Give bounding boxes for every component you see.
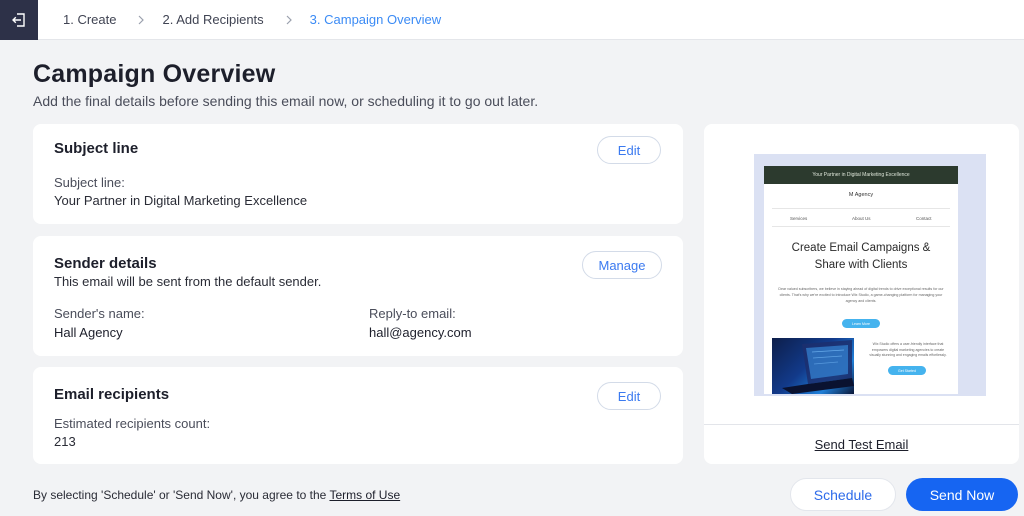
- email-nav-item: Contact: [916, 216, 932, 221]
- subject-line-card: Subject line Edit Subject line: Your Par…: [33, 124, 683, 224]
- stepper: 1. Create 2. Add Recipients 3. Campaign …: [38, 12, 441, 27]
- page-title: Campaign Overview: [33, 60, 276, 88]
- send-now-button[interactable]: Send Now: [906, 478, 1018, 511]
- email-hero-title: Create Email Campaigns & Share with Clie…: [764, 240, 958, 274]
- sender-details-card: Sender details This email will be sent f…: [33, 236, 683, 356]
- step-campaign-overview[interactable]: 3. Campaign Overview: [310, 12, 442, 27]
- laptop-image-art: [782, 340, 854, 394]
- exit-icon: [12, 12, 25, 27]
- email-side-text: Wix Studio offers a user-friendly interf…: [869, 342, 947, 357]
- subject-card-title: Subject line: [54, 140, 139, 157]
- email-divider: [772, 208, 950, 209]
- email-hero-line-1: Create Email Campaigns &: [791, 242, 931, 254]
- subject-field-value: Your Partner in Digital Marketing Excell…: [54, 193, 308, 208]
- email-nav-item: Services: [790, 216, 808, 221]
- top-stepper-bar: 1. Create 2. Add Recipients 3. Campaign …: [0, 0, 1024, 40]
- email-nav-item: About Us: [852, 216, 871, 221]
- email-header-banner: Your Partner in Digital Marketing Excell…: [764, 166, 958, 184]
- email-hero-line-2: Share with Clients: [814, 259, 908, 271]
- send-test-email-link[interactable]: Send Test Email: [704, 437, 1019, 452]
- email-preview-card: Your Partner in Digital Marketing Excell…: [704, 124, 1019, 464]
- sender-card-title: Sender details: [54, 255, 157, 272]
- email-brand: M Agency: [848, 192, 874, 198]
- email-recipients-card: Email recipients Edit Estimated recipien…: [33, 367, 683, 464]
- email-divider: [772, 226, 950, 227]
- reply-to-label: Reply-to email:: [369, 306, 456, 321]
- email-preview-frame: Your Partner in Digital Marketing Excell…: [754, 154, 986, 396]
- edit-subject-button[interactable]: Edit: [597, 136, 661, 164]
- email-paragraph: Dear valued subscribers, we believe in s…: [778, 287, 944, 303]
- email-preview-content: Your Partner in Digital Marketing Excell…: [764, 166, 958, 394]
- schedule-button[interactable]: Schedule: [790, 478, 896, 511]
- email-cta-learn-more: Learn More: [842, 319, 880, 328]
- sender-description: This email will be sent from the default…: [54, 274, 322, 289]
- step-create[interactable]: 1. Create: [63, 12, 116, 27]
- chevron-right-icon: [286, 15, 292, 25]
- sender-name-label: Sender's name:: [54, 306, 145, 321]
- manage-sender-button[interactable]: Manage: [582, 251, 662, 279]
- step-add-recipients[interactable]: 2. Add Recipients: [162, 12, 263, 27]
- recipients-count-value: 213: [54, 434, 76, 449]
- subject-field-label: Subject line:: [54, 175, 125, 190]
- recipients-card-title: Email recipients: [54, 386, 170, 403]
- sender-name-value: Hall Agency: [54, 325, 123, 340]
- agreement-text: By selecting 'Schedule' or 'Send Now', y…: [33, 488, 330, 502]
- exit-button[interactable]: [0, 0, 38, 40]
- recipients-count-label: Estimated recipients count:: [54, 416, 211, 431]
- preview-divider: [704, 424, 1019, 425]
- terms-of-use-link[interactable]: Terms of Use: [329, 488, 400, 502]
- chevron-right-icon: [138, 15, 145, 25]
- laptop-image: [772, 338, 854, 394]
- reply-to-value: hall@agency.com: [369, 325, 472, 340]
- edit-recipients-button[interactable]: Edit: [597, 382, 661, 410]
- email-cta-get-started: Get Started: [888, 366, 926, 375]
- page-subtitle: Add the final details before sending thi…: [33, 93, 539, 109]
- email-preview-area: Your Partner in Digital Marketing Excell…: [704, 124, 1019, 424]
- terms-agreement: By selecting 'Schedule' or 'Send Now', y…: [33, 488, 400, 502]
